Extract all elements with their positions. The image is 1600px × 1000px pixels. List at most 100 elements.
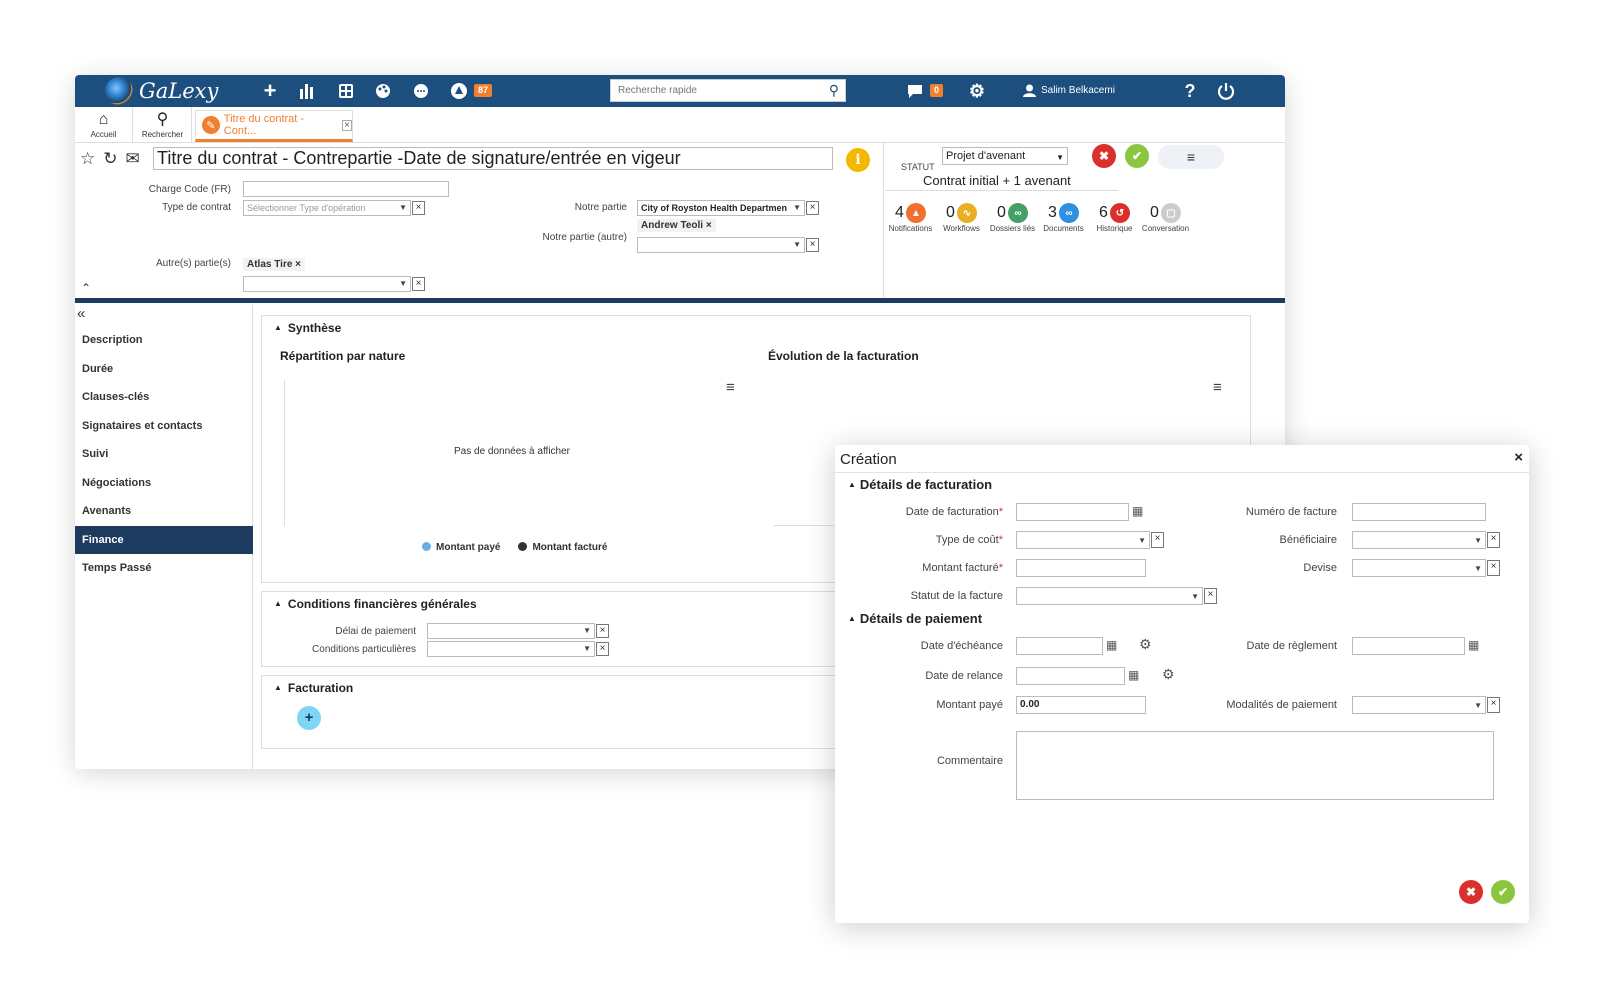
chart1-menu-icon[interactable]: ≡ [726, 379, 735, 396]
remove-tag-icon[interactable]: × [706, 220, 712, 231]
remove-tag-icon[interactable]: × [295, 259, 301, 270]
currency-select[interactable]: ▼ [1352, 559, 1486, 577]
power-icon[interactable] [1215, 80, 1237, 102]
reminder-settings-icon[interactable]: ⚙ [1139, 636, 1152, 653]
other-parties-select[interactable]: ▼ [243, 276, 411, 292]
header-menu-button[interactable]: ≡ [1158, 145, 1224, 169]
plus-icon[interactable]: + [259, 78, 281, 103]
reminder-settings-icon[interactable]: ⚙ [1162, 666, 1175, 683]
clear-other-parties-icon[interactable]: × [412, 277, 425, 291]
cost-type-select[interactable]: ▼ [1016, 531, 1150, 549]
beneficiary-select[interactable]: ▼ [1352, 531, 1486, 549]
sidebar-item-clauses[interactable]: Clauses-clés [75, 383, 253, 411]
cancel-button[interactable]: ✖ [1092, 144, 1116, 168]
our-party-other-select[interactable]: ▼ [637, 237, 805, 253]
calendar-icon[interactable]: ▦ [1106, 638, 1117, 652]
clear-contract-type-icon[interactable]: × [412, 201, 425, 215]
calendar-icon[interactable]: ▦ [1468, 638, 1479, 652]
special-conditions-select[interactable]: ▼ [427, 641, 595, 657]
clear-payment-terms-icon[interactable]: × [1487, 697, 1500, 713]
counter-conversation[interactable]: 0 ▢ Conversation [1140, 203, 1191, 233]
our-party-select[interactable]: City of Royston Health Departmen ▼ [637, 200, 805, 216]
more-icon[interactable] [410, 80, 432, 102]
status-select[interactable]: Projet d'avenant ▼ [942, 147, 1068, 165]
counter-history[interactable]: 6 ↺ Historique [1089, 203, 1140, 233]
billed-amount-input[interactable] [1016, 559, 1146, 577]
sidebar-item-avenants[interactable]: Avenants [75, 497, 253, 525]
mail-icon[interactable]: ✉ [126, 149, 140, 169]
home-button[interactable]: ⌂ Accueil [75, 107, 133, 142]
sidebar-item-finance[interactable]: Finance [75, 526, 253, 554]
contract-type-select[interactable]: Sélectionner Type d'opération ▼ [243, 200, 411, 216]
bar-chart-icon[interactable] [296, 80, 318, 102]
legend-item-paid[interactable]: Montant payé [422, 542, 500, 553]
clear-invoice-status-icon[interactable]: × [1204, 588, 1217, 604]
close-tab-icon[interactable]: × [342, 119, 352, 131]
star-icon[interactable]: ☆ [80, 149, 95, 169]
invoice-status-select[interactable]: ▼ [1016, 587, 1203, 605]
logo[interactable]: GaLexy [105, 76, 218, 106]
sidebar-item-description[interactable]: Description [75, 326, 253, 354]
modal-cancel-button[interactable]: ✖ [1459, 880, 1483, 904]
conditions-header[interactable]: ▲ Conditions financières générales [274, 597, 477, 611]
legend-item-billed[interactable]: Montant facturé [518, 542, 607, 553]
collapse-sidebar-icon[interactable]: « [77, 305, 85, 322]
info-icon[interactable]: i [846, 148, 870, 172]
reminder-date-input[interactable] [1016, 667, 1125, 685]
our-party-other-tag[interactable]: Andrew Teoli × [637, 219, 716, 232]
paid-amount-input[interactable]: 0.00 [1016, 696, 1146, 714]
modal-save-button[interactable]: ✔ [1491, 880, 1515, 904]
sidebar-item-duree[interactable]: Durée [75, 355, 253, 383]
help-icon[interactable]: ? [1179, 80, 1201, 102]
synthese-header[interactable]: ▲ Synthèse [274, 321, 341, 335]
sidebar-item-negociations[interactable]: Négociations [75, 469, 253, 497]
counter-documents[interactable]: 3 ∞ Documents [1038, 203, 1089, 233]
close-icon[interactable]: × [1514, 449, 1523, 466]
search-input[interactable] [611, 80, 811, 101]
counter-workflows[interactable]: 0 ∿ Workflows [936, 203, 987, 233]
add-invoice-button[interactable]: + [297, 706, 321, 730]
search-icon[interactable]: ⚲ [829, 82, 839, 99]
chart2-menu-icon[interactable]: ≡ [1213, 379, 1222, 396]
user-menu[interactable]: Salim Belkacemi [1023, 84, 1115, 97]
payment-section-header[interactable]: ▲ Détails de paiement [848, 611, 982, 626]
clear-currency-icon[interactable]: × [1487, 560, 1500, 576]
magnifier-icon: ⚲ [156, 111, 169, 128]
payment-delay-select[interactable]: ▼ [427, 623, 595, 639]
counter-notifications[interactable]: 4 ▲ Notifications [885, 203, 936, 233]
chevron-down-icon: ▼ [1191, 592, 1199, 601]
refresh-icon[interactable]: ↻ [103, 149, 117, 169]
clear-payment-delay-icon[interactable]: × [596, 624, 609, 638]
clear-beneficiary-icon[interactable]: × [1487, 532, 1500, 548]
charge-code-field[interactable] [243, 181, 449, 197]
settlement-date-input[interactable] [1352, 637, 1465, 655]
payment-terms-select[interactable]: ▼ [1352, 696, 1486, 714]
collapse-header-icon[interactable]: ⌃ [81, 281, 91, 295]
palette-icon[interactable] [372, 80, 394, 102]
contract-title-input[interactable]: Titre du contrat - Contrepartie -Date de… [153, 147, 833, 170]
due-date-input[interactable] [1016, 637, 1103, 655]
sidebar-item-signataires[interactable]: Signataires et contacts [75, 412, 253, 440]
modal-title: Création [840, 451, 897, 468]
sidebar-item-temps-passe[interactable]: Temps Passé [75, 554, 253, 582]
search-button[interactable]: ⚲ Rechercher [134, 107, 192, 142]
billing-date-input[interactable] [1016, 503, 1129, 521]
billing-section-header[interactable]: ▲ Détails de facturation [848, 477, 992, 492]
calendar-icon[interactable]: ▦ [1132, 504, 1143, 518]
invoice-number-input[interactable] [1352, 503, 1486, 521]
gear-icon[interactable]: ⚙ [966, 80, 988, 102]
clear-our-party-icon[interactable]: × [806, 201, 819, 215]
sidebar-item-suivi[interactable]: Suivi [75, 440, 253, 468]
validate-button[interactable]: ✔ [1125, 144, 1149, 168]
comment-textarea[interactable] [1016, 731, 1494, 800]
counter-linked-files[interactable]: 0 ∞ Dossiers liés [987, 203, 1038, 233]
document-tab[interactable]: ✎ Titre du contrat - Cont... × [195, 110, 353, 142]
calculator-icon[interactable] [335, 80, 357, 102]
clear-special-conditions-icon[interactable]: × [596, 642, 609, 656]
calendar-icon[interactable]: ▦ [1128, 668, 1139, 682]
clear-our-party-other-icon[interactable]: × [806, 238, 819, 252]
messages-icon[interactable] [904, 80, 926, 102]
facturation-header[interactable]: ▲ Facturation [274, 681, 353, 695]
notifications-icon[interactable] [448, 80, 470, 102]
other-parties-tag[interactable]: Atlas Tire × [243, 258, 306, 271]
